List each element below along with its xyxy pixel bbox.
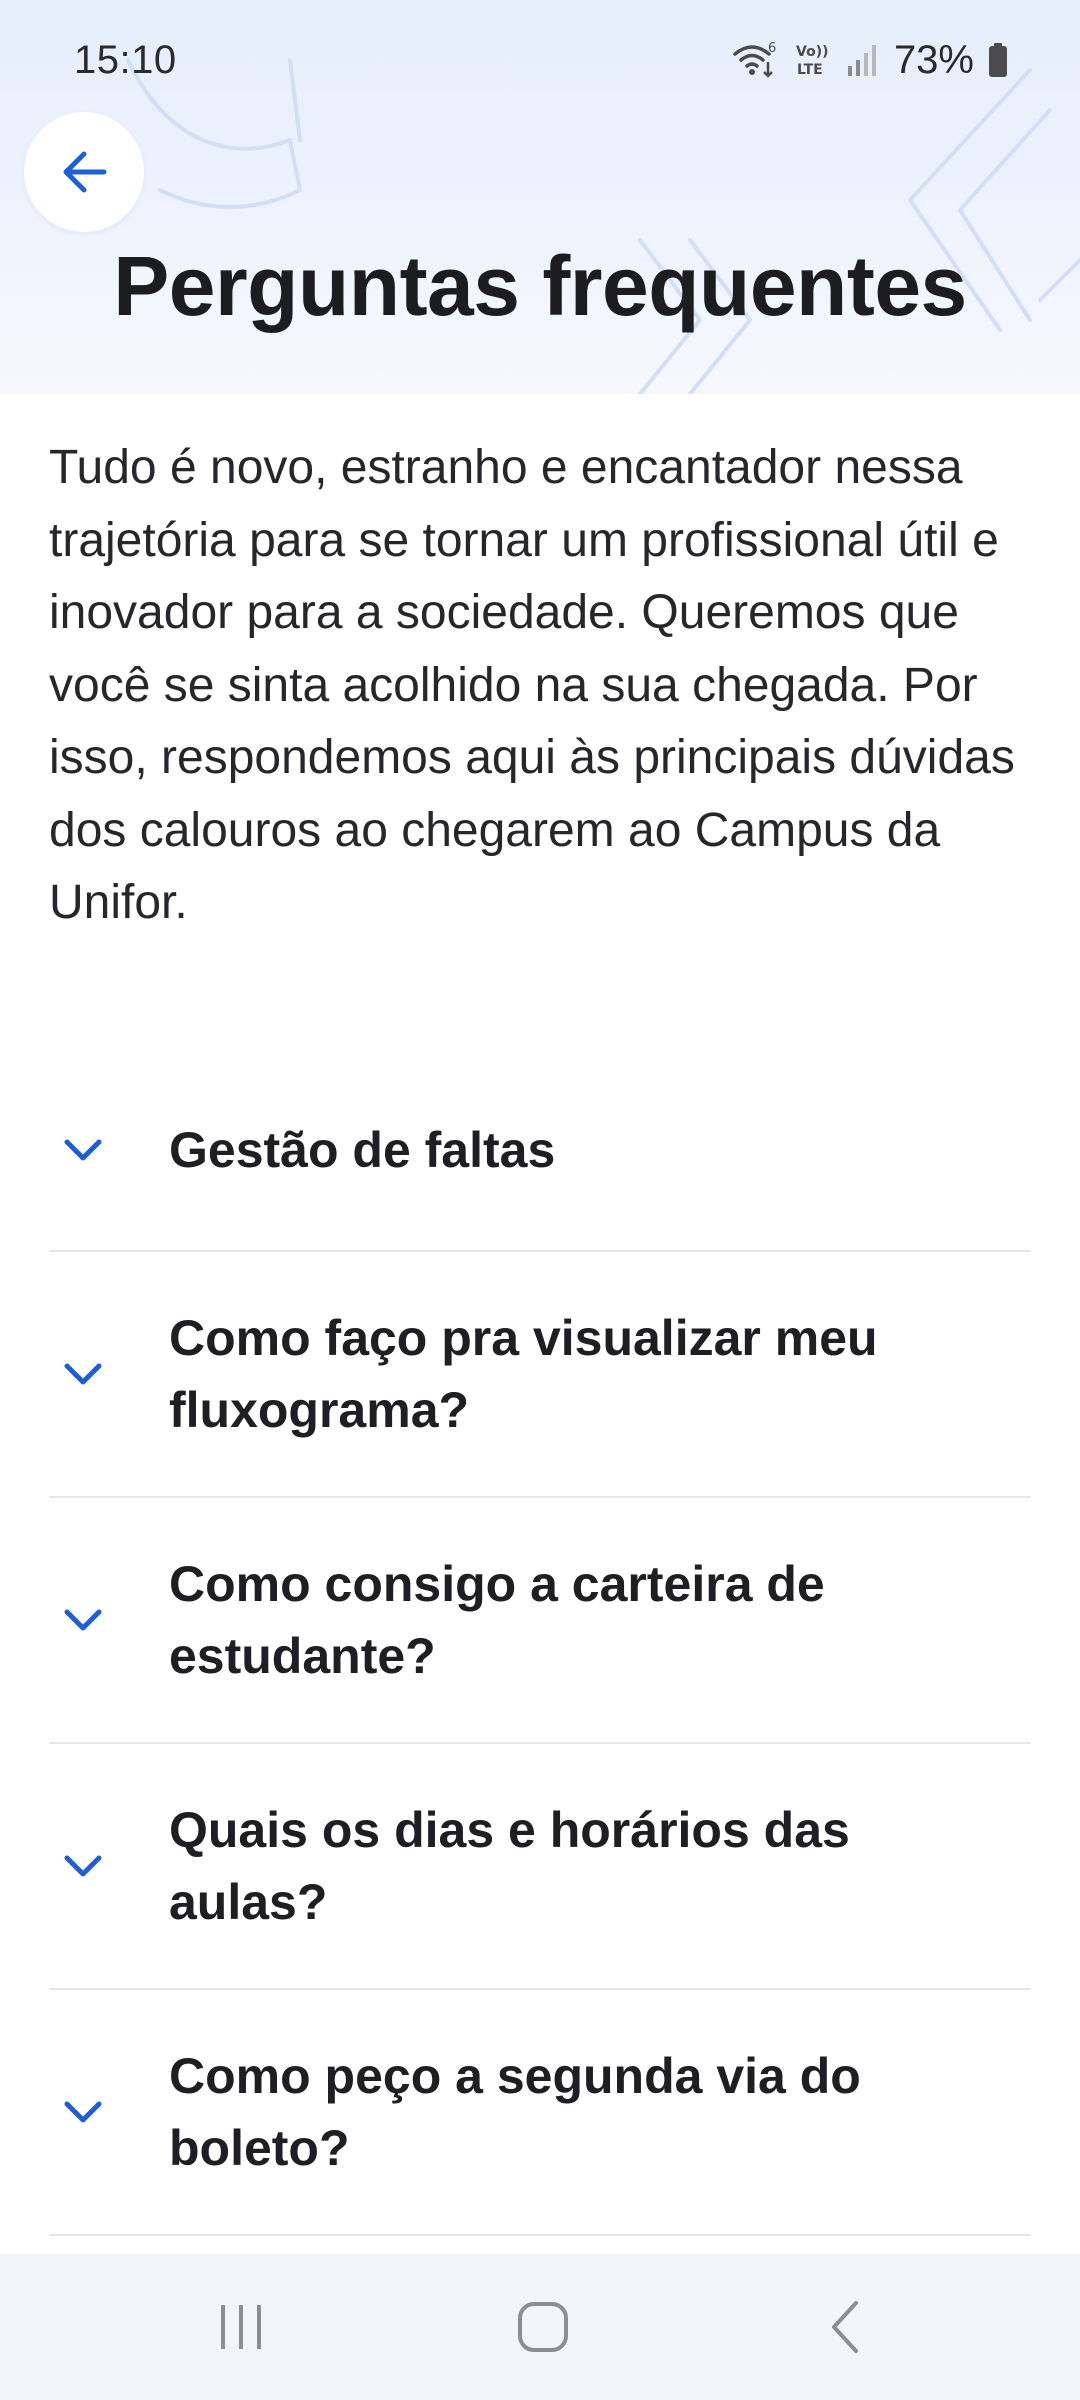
system-back-button[interactable] bbox=[745, 2254, 945, 2400]
chevron-down-icon bbox=[64, 1855, 102, 1877]
status-bar: 15:10 6 Vo)) LTE 73% bbox=[0, 0, 1080, 120]
faq-item[interactable]: Gestão de faltas bbox=[49, 1050, 1031, 1252]
system-nav-bar bbox=[0, 2254, 1080, 2400]
wifi-badge: 6 bbox=[768, 41, 776, 56]
faq-question: Gestão de faltas bbox=[169, 1122, 556, 1178]
chevron-down-icon bbox=[64, 1363, 102, 1385]
faq-question: Como peço a segunda via do boleto? bbox=[169, 2048, 861, 2176]
battery-percent: 73% bbox=[893, 37, 974, 82]
faq-item[interactable]: Quais os dias e horários das aulas? bbox=[49, 1744, 1031, 1990]
wifi-icon: 6 bbox=[733, 41, 776, 78]
status-time: 15:10 bbox=[74, 38, 177, 82]
faq-question: Quais os dias e horários das aulas? bbox=[169, 1802, 850, 1930]
faq-item[interactable]: Como consigo a carteira de estudante? bbox=[49, 1498, 1031, 1744]
volte-label-bottom: LTE bbox=[797, 62, 823, 78]
volte-icon: Vo)) LTE bbox=[796, 44, 828, 78]
intro-text: Tudo é novo, estranho e encantador nessa… bbox=[49, 441, 1015, 929]
arrow-left-icon bbox=[63, 151, 107, 193]
faq-question: Como faço pra visualizar meu fluxograma? bbox=[169, 1310, 878, 1438]
status-icons: 6 Vo)) LTE 73% bbox=[732, 36, 1008, 84]
faq-item[interactable]: Como faço pra visualizar meu fluxograma? bbox=[49, 1252, 1031, 1498]
home-button[interactable] bbox=[443, 2254, 643, 2400]
header: 15:10 6 Vo)) LTE 73% Perguntas frequente… bbox=[0, 0, 1080, 394]
recents-icon bbox=[221, 2305, 261, 2349]
chevron-down-icon bbox=[64, 1139, 102, 1161]
home-icon bbox=[518, 2302, 568, 2352]
battery-icon bbox=[989, 43, 1007, 77]
faq-item[interactable]: Como peço a segunda via do boleto? bbox=[49, 1990, 1031, 2236]
signal-icon bbox=[847, 45, 876, 76]
volte-label-top: Vo)) bbox=[796, 44, 828, 60]
recents-button[interactable] bbox=[141, 2254, 341, 2400]
page-title: Perguntas frequentes bbox=[113, 239, 967, 333]
faq-screen: 15:10 6 Vo)) LTE 73% Perguntas frequente… bbox=[0, 0, 1080, 2400]
back-button[interactable] bbox=[24, 112, 144, 232]
back-chevron-icon bbox=[832, 2301, 858, 2353]
chevron-down-icon bbox=[64, 2101, 102, 2123]
chevron-down-icon bbox=[64, 1609, 102, 1631]
faq-question: Como consigo a carteira de estudante? bbox=[169, 1556, 825, 1684]
faq-list: Gestão de faltas Como faço pra visualiza… bbox=[49, 1050, 1031, 2236]
